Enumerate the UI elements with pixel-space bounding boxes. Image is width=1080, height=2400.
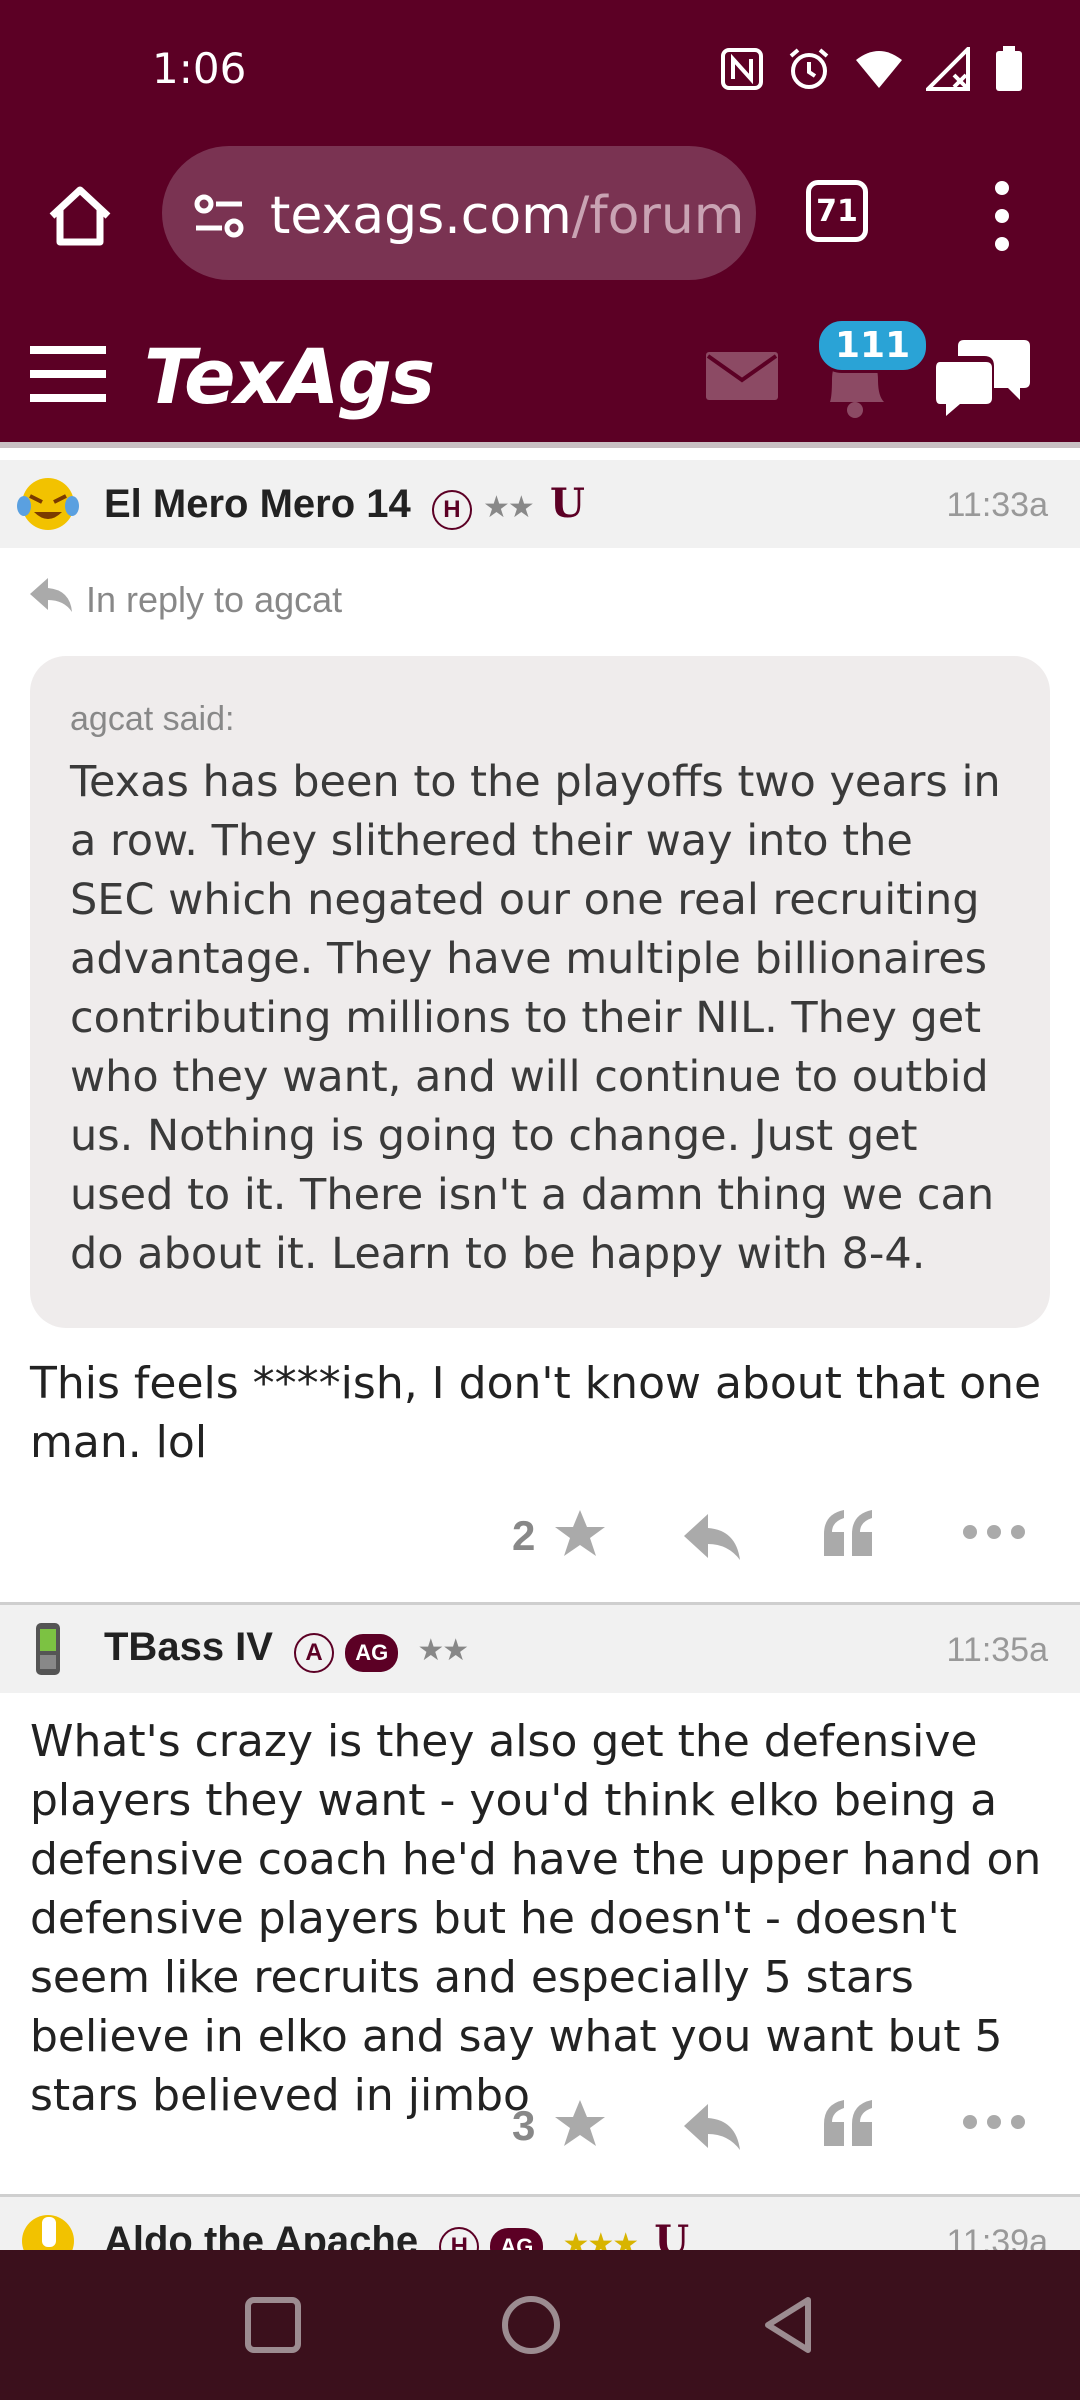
post-actions: 3 xyxy=(0,2090,1080,2170)
user-stars: ★★ xyxy=(483,491,535,524)
home-icon[interactable] xyxy=(44,180,116,252)
post-actions: 2 xyxy=(0,1500,1080,1580)
star-icon[interactable] xyxy=(552,2096,608,2152)
username[interactable]: El Mero Mero 14 xyxy=(104,482,411,526)
url-host: texags.com xyxy=(270,186,572,246)
ag-badge: AG xyxy=(345,1634,399,1672)
site-settings-icon[interactable] xyxy=(192,188,248,244)
chat-icon[interactable] xyxy=(934,336,1034,422)
home-circle-icon[interactable] xyxy=(498,2292,564,2358)
address-bar[interactable]: texags.com/forum xyxy=(162,146,756,280)
rank-badge: H xyxy=(431,490,472,530)
post-time: 11:33a xyxy=(946,486,1048,524)
signal-icon xyxy=(923,44,972,96)
back-icon[interactable] xyxy=(756,2292,822,2358)
nfc-icon xyxy=(720,47,764,96)
post-time: 11:35a xyxy=(946,1631,1048,1669)
recents-icon[interactable] xyxy=(240,2292,306,2358)
quote-author: agcat said: xyxy=(70,700,235,738)
more-horiz-icon[interactable] xyxy=(962,2110,1026,2134)
more-vert-icon[interactable] xyxy=(982,176,1022,256)
url-path: /forum xyxy=(571,186,745,246)
star-count: 2 xyxy=(512,1512,536,1559)
reply-icon[interactable] xyxy=(682,2102,742,2152)
rank-badge: A xyxy=(294,1633,335,1673)
reply-icon[interactable] xyxy=(682,1512,742,1562)
wifi-icon xyxy=(854,48,904,95)
in-reply-link[interactable]: In reply to agcat xyxy=(28,576,342,623)
post-header: El Mero Mero 14 H ★★ U 11:33a xyxy=(0,460,1080,548)
alarm-icon xyxy=(786,46,832,97)
status-bar: 1:06 xyxy=(0,0,1080,140)
tab-switcher-button[interactable]: 71 xyxy=(806,180,868,242)
university-badge: U xyxy=(549,480,585,527)
more-horiz-icon[interactable] xyxy=(962,1520,1026,1544)
status-icons xyxy=(720,44,1024,97)
star-count: 3 xyxy=(512,2102,536,2149)
post-body: What's crazy is they also get the defens… xyxy=(30,1716,1042,2121)
url-text: texags.com/forum xyxy=(270,186,744,246)
quote-text: Texas has been to the playoffs two years… xyxy=(70,757,1001,1279)
post-header: TBass IV A AG ★★ 11:35a xyxy=(0,1605,1080,1693)
status-time: 1:06 xyxy=(152,44,247,93)
post-author[interactable]: TBass IV A AG ★★ xyxy=(104,1625,469,1673)
post-author[interactable]: El Mero Mero 14 H ★★ U xyxy=(104,480,585,530)
quote-icon[interactable] xyxy=(820,1506,876,1562)
quote-icon[interactable] xyxy=(820,2096,876,2152)
hamburger-menu-icon[interactable] xyxy=(30,346,106,402)
username[interactable]: TBass IV xyxy=(104,1625,273,1669)
user-stars: ★★ xyxy=(417,1634,469,1667)
quote-block: agcat said: Texas has been to the playof… xyxy=(30,656,1050,1328)
reply-arrow-icon xyxy=(28,576,74,623)
mail-icon[interactable] xyxy=(706,352,778,400)
browser-toolbar: texags.com/forum 71 xyxy=(0,140,1080,290)
site-logo[interactable]: TexAgs xyxy=(144,332,435,421)
star-icon[interactable] xyxy=(552,1506,608,1562)
site-header: TexAgs 111 xyxy=(0,290,1080,448)
avatar[interactable] xyxy=(16,1617,80,1681)
post-body: This feels ****ish, I don't know about t… xyxy=(30,1358,1042,1468)
in-reply-text: In reply to agcat xyxy=(86,578,343,620)
notification-count-badge: 111 xyxy=(816,318,930,373)
avatar[interactable] xyxy=(16,472,80,536)
system-nav-bar xyxy=(0,2250,1080,2400)
battery-icon xyxy=(994,46,1024,97)
